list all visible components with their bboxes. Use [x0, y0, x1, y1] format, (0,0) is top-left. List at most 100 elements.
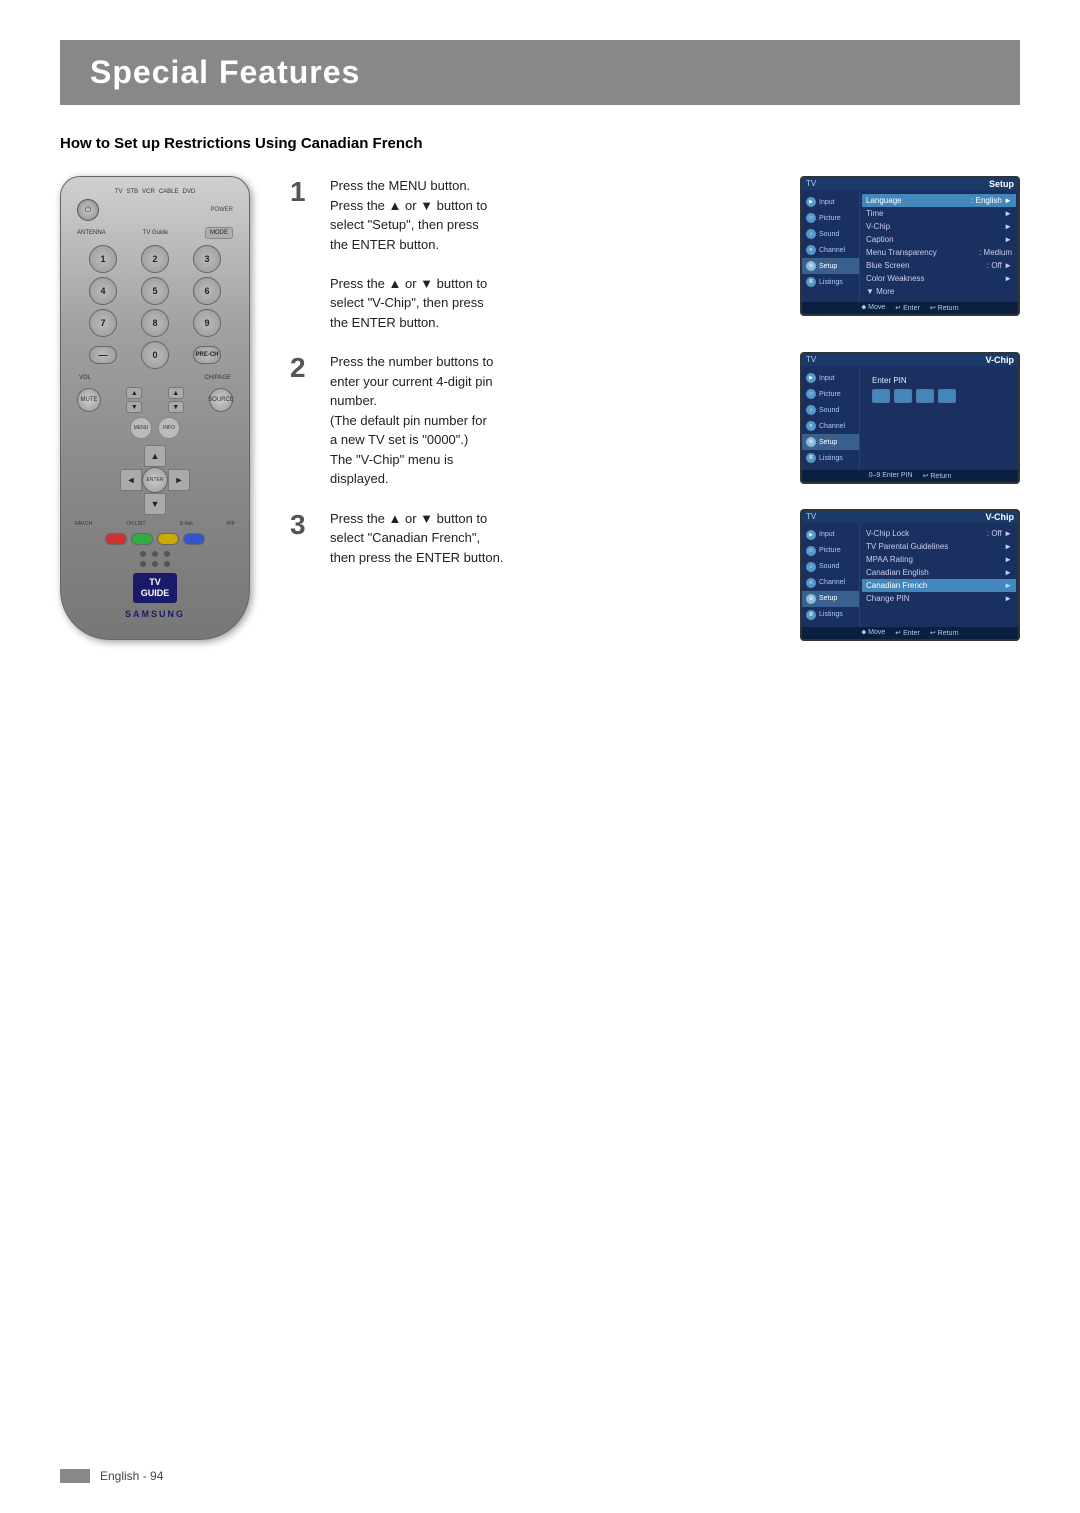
num-9-button[interactable]: 9	[193, 309, 221, 337]
blue-button[interactable]	[183, 533, 205, 545]
remote-container: TV STB VCR CABLE DVD ⏻ POWER ANTENNA TV …	[60, 176, 260, 640]
page-title: Special Features	[90, 54, 990, 91]
numpad: 1 2 3 4 5 6 7 8 9 — 0 PRE-CH	[79, 245, 231, 369]
ch-up-button[interactable]: ▲	[168, 387, 184, 399]
menu-bluescreen: Blue Screen : Off ►	[866, 259, 1012, 272]
num-0-button[interactable]: 0	[141, 341, 169, 369]
enter-button[interactable]: ENTER	[142, 467, 168, 493]
channel-icon-1: ≡	[806, 245, 816, 255]
sidebar-input-2: ▶ Input	[802, 370, 859, 386]
info-button[interactable]: INFO	[158, 417, 180, 439]
menu-button[interactable]: MENU	[130, 417, 152, 439]
sidebar-setup-3: ⚙ Setup	[802, 591, 859, 607]
tv-body-1: ▶ Input □ Picture ♪ Sound	[802, 190, 1018, 302]
num-2-button[interactable]: 2	[141, 245, 169, 273]
power-label: POWER	[210, 207, 233, 213]
mute-source-row: MUTE ▲ ▼ ▲ ▼ SOURCE	[77, 387, 233, 413]
num-3-button[interactable]: 3	[193, 245, 221, 273]
color-buttons	[71, 533, 239, 545]
menu-language: Language : English ►	[862, 194, 1016, 207]
channel-icon-2: ≡	[806, 421, 816, 431]
remote-control: TV STB VCR CABLE DVD ⏻ POWER ANTENNA TV …	[60, 176, 250, 640]
num-1-button[interactable]: 1	[89, 245, 117, 273]
samsung-label: SAMSUNG	[71, 609, 239, 619]
tv-body-2: ▶ Input □ Picture ♪ Sound	[802, 366, 1018, 470]
sidebar-channel-2: ≡ Channel	[802, 418, 859, 434]
picture-icon-3: □	[806, 546, 816, 556]
page-header: Special Features	[60, 40, 1020, 105]
pin-box-4	[938, 389, 956, 403]
menu-vchip-lock: V-Chip Lock : Off ►	[866, 527, 1012, 540]
dpad: ▲ ▼ ◄ ► ENTER	[120, 445, 190, 515]
dot-row-2	[71, 561, 239, 567]
num-7-button[interactable]: 7	[89, 309, 117, 337]
tv-guide-logo: TVGUIDE	[71, 573, 239, 603]
sidebar-listings-1: ≣ Listings	[802, 274, 859, 290]
tv-footer-3: ⬥ Move ↵ Enter ↩ Return	[802, 627, 1018, 639]
tv-guide-label: TV Guide	[143, 230, 168, 236]
step-2-screen: TV V-Chip ▶ Input □ Picture	[800, 352, 1020, 484]
num-8-button[interactable]: 8	[141, 309, 169, 337]
sidebar-setup-1: ⚙ Setup	[802, 258, 859, 274]
power-button[interactable]: ⏻	[77, 199, 99, 221]
menu-cdn-french: Canadian French ►	[862, 579, 1016, 592]
num-6-button[interactable]: 6	[193, 277, 221, 305]
sidebar-input: ▶ Input	[802, 194, 859, 210]
screen2-title: V-Chip	[986, 355, 1015, 365]
antenna-label: ANTENNA	[77, 230, 106, 236]
ch-down-button[interactable]: ▼	[168, 401, 184, 413]
mute-button[interactable]: MUTE	[77, 388, 101, 412]
sidebar-channel-1: ≡ Channel	[802, 242, 859, 258]
pre-ch-button[interactable]: PRE-CH	[193, 346, 221, 364]
vol-down-button[interactable]: ▼	[126, 401, 142, 413]
enter-pin-area: Enter PIN	[866, 370, 1012, 409]
dpad-up-button[interactable]: ▲	[144, 445, 166, 467]
tv-stb-row: TV STB VCR CABLE DVD	[71, 189, 239, 195]
tv-screen-3: TV V-Chip ▶ Input □ Picture	[800, 509, 1020, 641]
input-icon: ▶	[806, 197, 816, 207]
fav-ch-row: FAV.CH CH.LIST D-Net PIP	[71, 521, 239, 527]
setup-icon-2: ⚙	[806, 437, 816, 447]
dot-row	[71, 551, 239, 557]
dash-button[interactable]: —	[89, 346, 117, 364]
antenna-guide-row: ANTENNA TV Guide MODE	[71, 227, 239, 239]
info-menu-row: MENU INFO	[71, 417, 239, 439]
steps-area: 1 Press the MENU button. Press the ▲ or …	[290, 176, 1020, 641]
picture-icon-2: □	[806, 389, 816, 399]
page-footer: English - 94	[60, 1469, 163, 1483]
tv-sidebar-2: ▶ Input □ Picture ♪ Sound	[802, 366, 860, 470]
menu-time: Time ►	[866, 207, 1012, 220]
dpad-down-button[interactable]: ▼	[144, 493, 166, 515]
step-3-number: 3	[290, 511, 314, 539]
listings-icon-1: ≣	[806, 277, 816, 287]
num-4-button[interactable]: 4	[89, 277, 117, 305]
pin-box-2	[894, 389, 912, 403]
content-area: TV STB VCR CABLE DVD ⏻ POWER ANTENNA TV …	[60, 176, 1020, 641]
screen3-title: V-Chip	[986, 512, 1015, 522]
sound-icon-3: ♪	[806, 562, 816, 572]
setup-icon-3: ⚙	[806, 594, 816, 604]
channel-icon-3: ≡	[806, 578, 816, 588]
setup-icon-1: ⚙	[806, 261, 816, 271]
num-5-button[interactable]: 5	[141, 277, 169, 305]
tv-guide-box: TVGUIDE	[133, 573, 178, 603]
pin-box-1	[872, 389, 890, 403]
sidebar-channel-3: ≡ Channel	[802, 575, 859, 591]
source-button[interactable]: SOURCE	[209, 388, 233, 412]
screen1-title: Setup	[989, 179, 1014, 189]
sidebar-setup-2: ⚙ Setup	[802, 434, 859, 450]
picture-icon: □	[806, 213, 816, 223]
vol-up-button[interactable]: ▲	[126, 387, 142, 399]
red-button[interactable]	[105, 533, 127, 545]
step-3-row: 3 Press the ▲ or ▼ button to select "Can…	[290, 509, 1020, 641]
menu-tv-parental: TV Parental Guidelines ►	[866, 540, 1012, 553]
sidebar-sound-2: ♪ Sound	[802, 402, 859, 418]
sidebar-sound-1: ♪ Sound	[802, 226, 859, 242]
step-2-row: 2 Press the number buttons to enter your…	[290, 352, 1020, 489]
mode-button[interactable]: MODE	[205, 227, 233, 239]
pin-box-3	[916, 389, 934, 403]
green-button[interactable]	[131, 533, 153, 545]
yellow-button[interactable]	[157, 533, 179, 545]
dpad-right-button[interactable]: ►	[168, 469, 190, 491]
dpad-left-button[interactable]: ◄	[120, 469, 142, 491]
